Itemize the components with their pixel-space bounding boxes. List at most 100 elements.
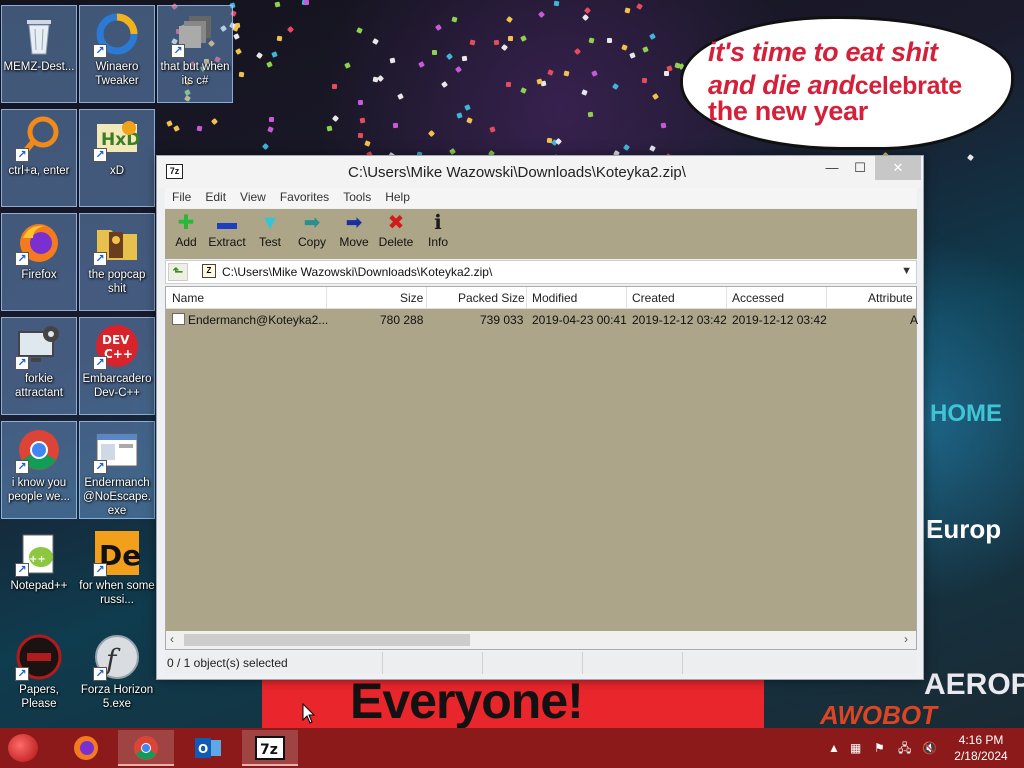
de-icon: De ↗ xyxy=(93,529,141,577)
confetti-piece xyxy=(234,47,242,55)
confetti-piece xyxy=(591,70,598,77)
test-button[interactable]: ▼ Test xyxy=(249,211,291,249)
address-path: C:\Users\Mike Wazowski\Downloads\Koteyka… xyxy=(222,265,493,279)
menu-favorites[interactable]: Favorites xyxy=(273,188,336,206)
confetti-piece xyxy=(574,48,582,56)
column-created[interactable]: Created xyxy=(632,291,675,305)
menu-edit[interactable]: Edit xyxy=(198,188,233,206)
desktop-icon-papers-please[interactable]: ↗ Papers, Please xyxy=(1,629,77,727)
desktop-icon-forkie[interactable]: ↗ forkie attractant xyxy=(1,317,77,415)
chrome-icon: ↗ xyxy=(15,426,63,474)
network-icon[interactable]: 🖧 xyxy=(898,728,911,768)
status-segment-4 xyxy=(583,652,683,674)
confetti-piece xyxy=(642,46,649,54)
close-button[interactable]: ✕ xyxy=(875,156,921,180)
folder-up-button[interactable]: ⬑ xyxy=(168,263,188,281)
file-attribute: A xyxy=(910,313,919,327)
svg-text:HxD: HxD xyxy=(101,130,140,150)
scrollbar-thumb[interactable] xyxy=(184,634,470,646)
column-attribute[interactable]: Attribute xyxy=(868,291,913,305)
menu-file[interactable]: File xyxy=(165,188,198,206)
menu-view[interactable]: View xyxy=(233,188,273,206)
taskbar-chrome[interactable] xyxy=(118,730,174,766)
window-titlebar[interactable]: 7z C:\Users\Mike Wazowski\Downloads\Kote… xyxy=(157,156,923,188)
confetti-piece xyxy=(612,83,620,91)
column-name[interactable]: Name xyxy=(172,291,204,305)
desktop-icon-ctrl-a-enter[interactable]: ↗ ctrl+a, enter xyxy=(1,109,77,207)
delete-button[interactable]: ✖ Delete xyxy=(375,211,417,249)
network-share-icon[interactable]: ▦ xyxy=(850,728,861,768)
menu-tools[interactable]: Tools xyxy=(336,188,378,206)
confetti-piece xyxy=(372,76,379,83)
shortcut-arrow-icon: ↗ xyxy=(93,460,107,474)
column-modified[interactable]: Modified xyxy=(532,291,577,305)
start-button[interactable] xyxy=(8,734,38,762)
desktop-icon-devcpp[interactable]: DEV C++ ↗ Embarcadero Dev-C++ xyxy=(79,317,155,415)
address-field[interactable]: Z C:\Users\Mike Wazowski\Downloads\Kotey… xyxy=(200,262,916,282)
file-list[interactable]: Name Size Packed Size Modified Created A… xyxy=(165,286,919,650)
menu-help[interactable]: Help xyxy=(378,188,417,206)
hxd-icon: HxD ↗ xyxy=(93,114,141,162)
desktop-icon-firefox[interactable]: ↗ Firefox xyxy=(1,213,77,311)
taskbar-firefox[interactable] xyxy=(58,730,114,766)
desktop-icon-notepadpp[interactable]: ++ ↗ Notepad++ xyxy=(1,525,77,623)
list-header: Name Size Packed Size Modified Created A… xyxy=(166,287,916,309)
desktop-icon-winaero[interactable]: ↗ Winaero Tweaker xyxy=(79,5,155,103)
confetti-piece xyxy=(396,92,404,100)
shortcut-arrow-icon: ↗ xyxy=(93,356,107,370)
desktop-icon-popcap[interactable]: ↗ the popcap shit xyxy=(79,213,155,311)
winaero-icon: ↗ xyxy=(93,10,141,58)
confetti-piece xyxy=(276,35,283,42)
action-center-flag-icon[interactable]: ⚑ xyxy=(874,728,885,768)
wallpaper-sign-aeropost: AEROPOS xyxy=(924,668,1024,701)
copy-button[interactable]: ➡ Copy xyxy=(291,211,333,249)
confetti-piece xyxy=(303,0,309,6)
confetti-piece xyxy=(238,71,245,77)
confetti-piece xyxy=(196,125,203,132)
column-accessed[interactable]: Accessed xyxy=(732,291,784,305)
taskbar-outlook[interactable]: O xyxy=(180,730,236,766)
desktop-icon-label: Forza Horizon 5.exe xyxy=(80,684,154,710)
minimize-button[interactable]: — xyxy=(817,156,847,180)
bubble-line-3: the new year xyxy=(708,96,868,126)
info-icon: ℹ xyxy=(434,212,442,234)
desktop-icon-xd[interactable]: HxD ↗ xD xyxy=(79,109,155,207)
zip-icon: Z xyxy=(202,264,216,278)
confetti-piece xyxy=(554,137,563,145)
popcap-folder-icon: ↗ xyxy=(93,218,141,266)
outlook-icon: O xyxy=(195,738,221,758)
desktop-icon-that-but-when[interactable]: ↗ that but when its c# xyxy=(157,5,233,103)
scroll-right-icon[interactable]: › xyxy=(904,632,908,646)
maximize-button[interactable]: ☐ xyxy=(845,156,875,180)
desktop-icon-memz[interactable]: MEMZ-Dest... xyxy=(1,5,77,103)
move-button[interactable]: ➡ Move xyxy=(333,211,375,249)
extract-button[interactable]: ▬ Extract xyxy=(207,211,247,249)
add-button[interactable]: ✚ Add xyxy=(165,211,207,249)
confetti-piece xyxy=(546,69,554,77)
volume-muted-icon[interactable]: 🔇 xyxy=(922,728,937,768)
chevron-down-icon[interactable]: ▼ xyxy=(901,265,912,277)
svg-text:++: ++ xyxy=(29,554,46,565)
system-clock[interactable]: 4:16 PM 2/18/2024 xyxy=(944,732,1018,764)
confetti-piece xyxy=(427,129,435,137)
confetti-piece xyxy=(266,126,274,133)
shortcut-arrow-icon: ↗ xyxy=(15,563,29,577)
column-packed-size[interactable]: Packed Size xyxy=(458,291,525,305)
column-size[interactable]: Size xyxy=(400,291,423,305)
desktop-icon-de[interactable]: De ↗ for when some russi... xyxy=(79,525,155,623)
table-row[interactable]: Endermanch@Koteyka2... 780 288 739 033 2… xyxy=(166,311,919,329)
scroll-left-icon[interactable]: ‹ xyxy=(170,632,174,646)
info-button[interactable]: ℹ Info xyxy=(417,211,459,249)
taskbar-7zip[interactable]: 7z xyxy=(242,730,298,766)
svg-text:O: O xyxy=(198,742,208,756)
firefox-icon: ↗ xyxy=(15,218,63,266)
desktop-icon-chrome[interactable]: ↗ i know you people we... xyxy=(1,421,77,519)
desktop-icon-noescape[interactable]: ↗ Endermanch @NoEscape.exe xyxy=(79,421,155,519)
shortcut-arrow-icon: ↗ xyxy=(15,252,29,266)
show-hidden-icons-button[interactable]: ▲ xyxy=(828,728,840,768)
file-name: Endermanch@Koteyka2... xyxy=(188,313,329,327)
confetti-piece xyxy=(508,35,514,41)
horizontal-scrollbar[interactable]: ‹ › xyxy=(166,631,916,649)
desktop-icon-forza[interactable]: f ↗ Forza Horizon 5.exe xyxy=(79,629,155,727)
confetti-piece xyxy=(431,50,437,56)
